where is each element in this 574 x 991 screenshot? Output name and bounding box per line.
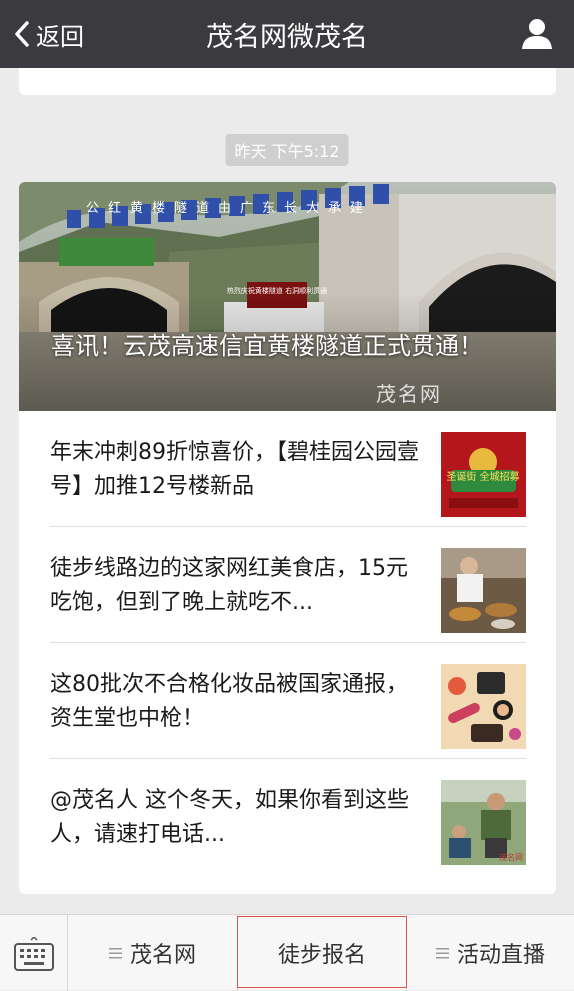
thumb-text: 茂名网 (499, 852, 523, 862)
chat-area[interactable]: 昨天 下午5:12 热烈庆祝黄楼隧道 右洞顺利贯通 公红黄楼隧道由广东长大承建 … (0, 68, 574, 914)
cover-article[interactable]: 热烈庆祝黄楼隧道 右洞顺利贯通 公红黄楼隧道由广东长大承建 喜讯！云茂高速信宜黄… (19, 182, 556, 411)
cover-watermark: 茂名网 (376, 382, 442, 406)
top-navigation-bar: 返回 茂名网微茂名 (0, 0, 574, 68)
back-button[interactable]: 返回 (12, 0, 84, 68)
keyboard-toggle-button[interactable] (0, 915, 68, 991)
menu-item-live-events[interactable]: 活动直播 (407, 915, 574, 991)
page-title: 茂名网微茂名 (206, 21, 368, 53)
news-item[interactable]: 徒步线路边的这家网红美食店，15元吃饱，但到了晚上就吃不... (19, 527, 556, 643)
banner-text: 公红黄楼隧道由广东长大承建 (86, 200, 372, 216)
keyboard-icon (14, 937, 54, 971)
back-label: 返回 (36, 22, 84, 51)
news-item-title: @茂名人 这个冬天，如果你看到这些人，请速打电话... (50, 788, 409, 847)
menu-item-hiking-signup[interactable]: 徒步报名 (238, 915, 406, 991)
menu-item-label: 徒步报名 (277, 943, 366, 968)
bottom-menu-bar: 茂名网 徒步报名 活动直播 (0, 914, 574, 991)
chevron-left-icon (15, 21, 29, 47)
cover-image: 热烈庆祝黄楼隧道 右洞顺利贯通 公红黄楼隧道由广东长大承建 (19, 182, 556, 411)
news-item-title: 徒步线路边的这家网红美食店，15元吃饱，但到了晚上就吃不... (50, 556, 408, 615)
menu-item-maoming-net[interactable]: 茂名网 (68, 915, 237, 991)
news-card: 热烈庆祝黄楼隧道 右洞顺利贯通 公红黄楼隧道由广东长大承建 喜讯！云茂高速信宜黄… (19, 182, 556, 894)
news-item-title: 这80批次不合格化妆品被国家通报，资生堂也中枪！ (50, 672, 408, 731)
cover-title: 喜讯！云茂高速信宜黄楼隧道正式贯通！ (51, 332, 483, 360)
menu-item-label: 活动直播 (456, 943, 545, 968)
news-item[interactable]: 这80批次不合格化妆品被国家通报，资生堂也中枪！ (19, 643, 556, 759)
menu-lines-icon (435, 948, 449, 959)
menu-item-label: 茂名网 (129, 943, 196, 968)
news-thumbnail (441, 548, 526, 633)
news-thumbnail: 茂名网 (441, 780, 526, 865)
profile-icon[interactable] (520, 17, 554, 51)
news-thumbnail: 圣诞街 全城招募 (441, 432, 526, 517)
thumb-text: 圣诞街 全城招募 (446, 470, 519, 483)
message-timestamp: 昨天 下午5:12 (225, 134, 349, 166)
news-item[interactable]: 年末冲刺89折惊喜价，【碧桂园公园壹号】加推12号楼新品 圣诞街 全城招募 (19, 411, 556, 527)
news-thumbnail (441, 664, 526, 749)
previous-message-card[interactable] (19, 68, 556, 95)
menu-lines-icon (108, 948, 122, 959)
news-item[interactable]: @茂名人 这个冬天，如果你看到这些人，请速打电话... 茂名网 (19, 759, 556, 875)
news-item-title: 年末冲刺89折惊喜价，【碧桂园公园壹号】加推12号楼新品 (50, 440, 419, 499)
